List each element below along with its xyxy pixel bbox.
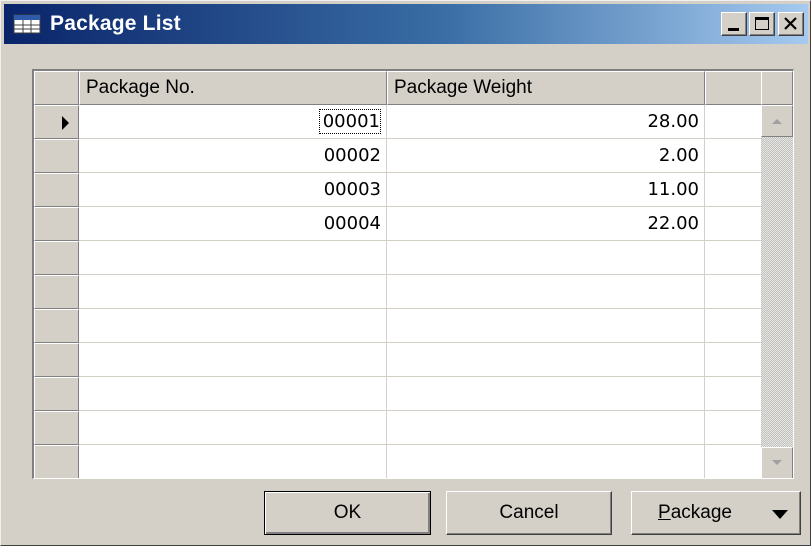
cell-package-weight[interactable] bbox=[387, 343, 705, 377]
cell-package-no-value: 00001 bbox=[318, 109, 381, 134]
cell-package-weight[interactable] bbox=[387, 275, 705, 309]
cell-package-no[interactable] bbox=[79, 343, 387, 377]
cell-blank bbox=[705, 343, 762, 377]
cell-package-no[interactable] bbox=[79, 309, 387, 343]
window-controls bbox=[719, 12, 804, 36]
table-row[interactable]: 00001 28.00 bbox=[34, 105, 793, 139]
column-header-package-no[interactable]: Package No. bbox=[79, 71, 387, 105]
table-row[interactable] bbox=[34, 377, 793, 411]
row-selector[interactable] bbox=[34, 139, 79, 173]
minimize-icon bbox=[728, 28, 739, 31]
table-row[interactable] bbox=[34, 309, 793, 343]
table-row[interactable]: 00004 22.00 bbox=[34, 207, 793, 241]
chevron-down-icon bbox=[772, 510, 788, 519]
cell-package-no-value: 00003 bbox=[323, 179, 381, 200]
cell-package-no[interactable] bbox=[79, 411, 387, 445]
cell-blank bbox=[705, 139, 762, 173]
table-row[interactable] bbox=[34, 275, 793, 309]
title-bar[interactable]: Package List bbox=[4, 4, 808, 44]
cell-blank bbox=[705, 411, 762, 445]
cell-package-weight[interactable] bbox=[387, 445, 705, 478]
table-row[interactable] bbox=[34, 411, 793, 445]
row-selector[interactable] bbox=[34, 173, 79, 207]
minimize-button[interactable] bbox=[721, 12, 747, 36]
cell-package-weight[interactable]: 22.00 bbox=[387, 207, 705, 241]
row-pointer-icon bbox=[62, 116, 69, 130]
cell-package-no[interactable]: 00002 bbox=[79, 139, 387, 173]
close-button[interactable] bbox=[778, 12, 804, 36]
window-title: Package List bbox=[50, 12, 181, 35]
column-header-package-weight[interactable]: Package Weight bbox=[387, 71, 705, 105]
cell-package-weight[interactable]: 2.00 bbox=[387, 139, 705, 173]
cell-package-no[interactable]: 00001 bbox=[79, 105, 387, 139]
row-selector[interactable] bbox=[34, 343, 79, 377]
cell-blank bbox=[705, 445, 762, 478]
package-list-window: Package List Package No. Package Weight … bbox=[0, 0, 811, 546]
row-selector[interactable] bbox=[34, 105, 79, 139]
cell-blank bbox=[705, 207, 762, 241]
scroll-up-button[interactable] bbox=[761, 105, 793, 137]
cell-package-weight[interactable] bbox=[387, 411, 705, 445]
package-grid: Package No. Package Weight 00001 28.00 000… bbox=[32, 69, 794, 479]
cell-package-no-value: 00002 bbox=[323, 145, 381, 166]
row-selector[interactable] bbox=[34, 207, 79, 241]
table-row[interactable]: 00002 2.00 bbox=[34, 139, 793, 173]
table-icon bbox=[12, 12, 44, 36]
cell-blank bbox=[705, 173, 762, 207]
cell-blank bbox=[705, 309, 762, 343]
cell-package-no-value: 00004 bbox=[323, 213, 381, 234]
table-row[interactable] bbox=[34, 445, 793, 478]
cell-package-weight[interactable]: 11.00 bbox=[387, 173, 705, 207]
scroll-down-button[interactable] bbox=[761, 447, 793, 478]
cell-package-no[interactable] bbox=[79, 275, 387, 309]
cell-blank bbox=[705, 241, 762, 275]
cell-package-no[interactable]: 00003 bbox=[79, 173, 387, 207]
cell-package-no[interactable] bbox=[79, 445, 387, 478]
row-selector[interactable] bbox=[34, 411, 79, 445]
cancel-button[interactable]: Cancel bbox=[446, 491, 612, 535]
cell-blank bbox=[705, 377, 762, 411]
maximize-icon bbox=[755, 17, 769, 30]
vertical-scrollbar[interactable] bbox=[761, 105, 793, 478]
header-corner[interactable] bbox=[34, 71, 79, 105]
arrow-down-icon bbox=[772, 460, 782, 465]
ok-button[interactable]: OK bbox=[264, 491, 431, 535]
close-icon bbox=[784, 17, 797, 30]
row-selector[interactable] bbox=[34, 377, 79, 411]
column-header-blank[interactable] bbox=[705, 71, 762, 105]
package-menu-button[interactable]: Package bbox=[631, 491, 801, 535]
cell-blank bbox=[705, 105, 762, 139]
cell-package-weight[interactable] bbox=[387, 309, 705, 343]
row-selector[interactable] bbox=[34, 241, 79, 275]
cell-package-no[interactable] bbox=[79, 241, 387, 275]
arrow-up-icon bbox=[772, 119, 782, 124]
cell-package-no[interactable]: 00004 bbox=[79, 207, 387, 241]
package-mnemonic: P bbox=[658, 502, 671, 523]
grid-header: Package No. Package Weight bbox=[34, 71, 793, 105]
package-label: ackage bbox=[670, 502, 732, 523]
maximize-button[interactable] bbox=[749, 12, 775, 36]
table-row[interactable] bbox=[34, 343, 793, 377]
grid-body: 00001 28.00 00002 2.00 00003 11.00 00004 22.00 bbox=[34, 105, 793, 478]
row-selector[interactable] bbox=[34, 309, 79, 343]
table-row[interactable] bbox=[34, 241, 793, 275]
table-row[interactable]: 00003 11.00 bbox=[34, 173, 793, 207]
cell-package-weight[interactable]: 28.00 bbox=[387, 105, 705, 139]
cell-package-weight[interactable] bbox=[387, 241, 705, 275]
cell-package-no[interactable] bbox=[79, 377, 387, 411]
scrollbar-header-corner bbox=[761, 71, 793, 105]
row-selector[interactable] bbox=[34, 445, 79, 478]
cell-package-weight[interactable] bbox=[387, 377, 705, 411]
cell-blank bbox=[705, 275, 762, 309]
row-selector[interactable] bbox=[34, 275, 79, 309]
